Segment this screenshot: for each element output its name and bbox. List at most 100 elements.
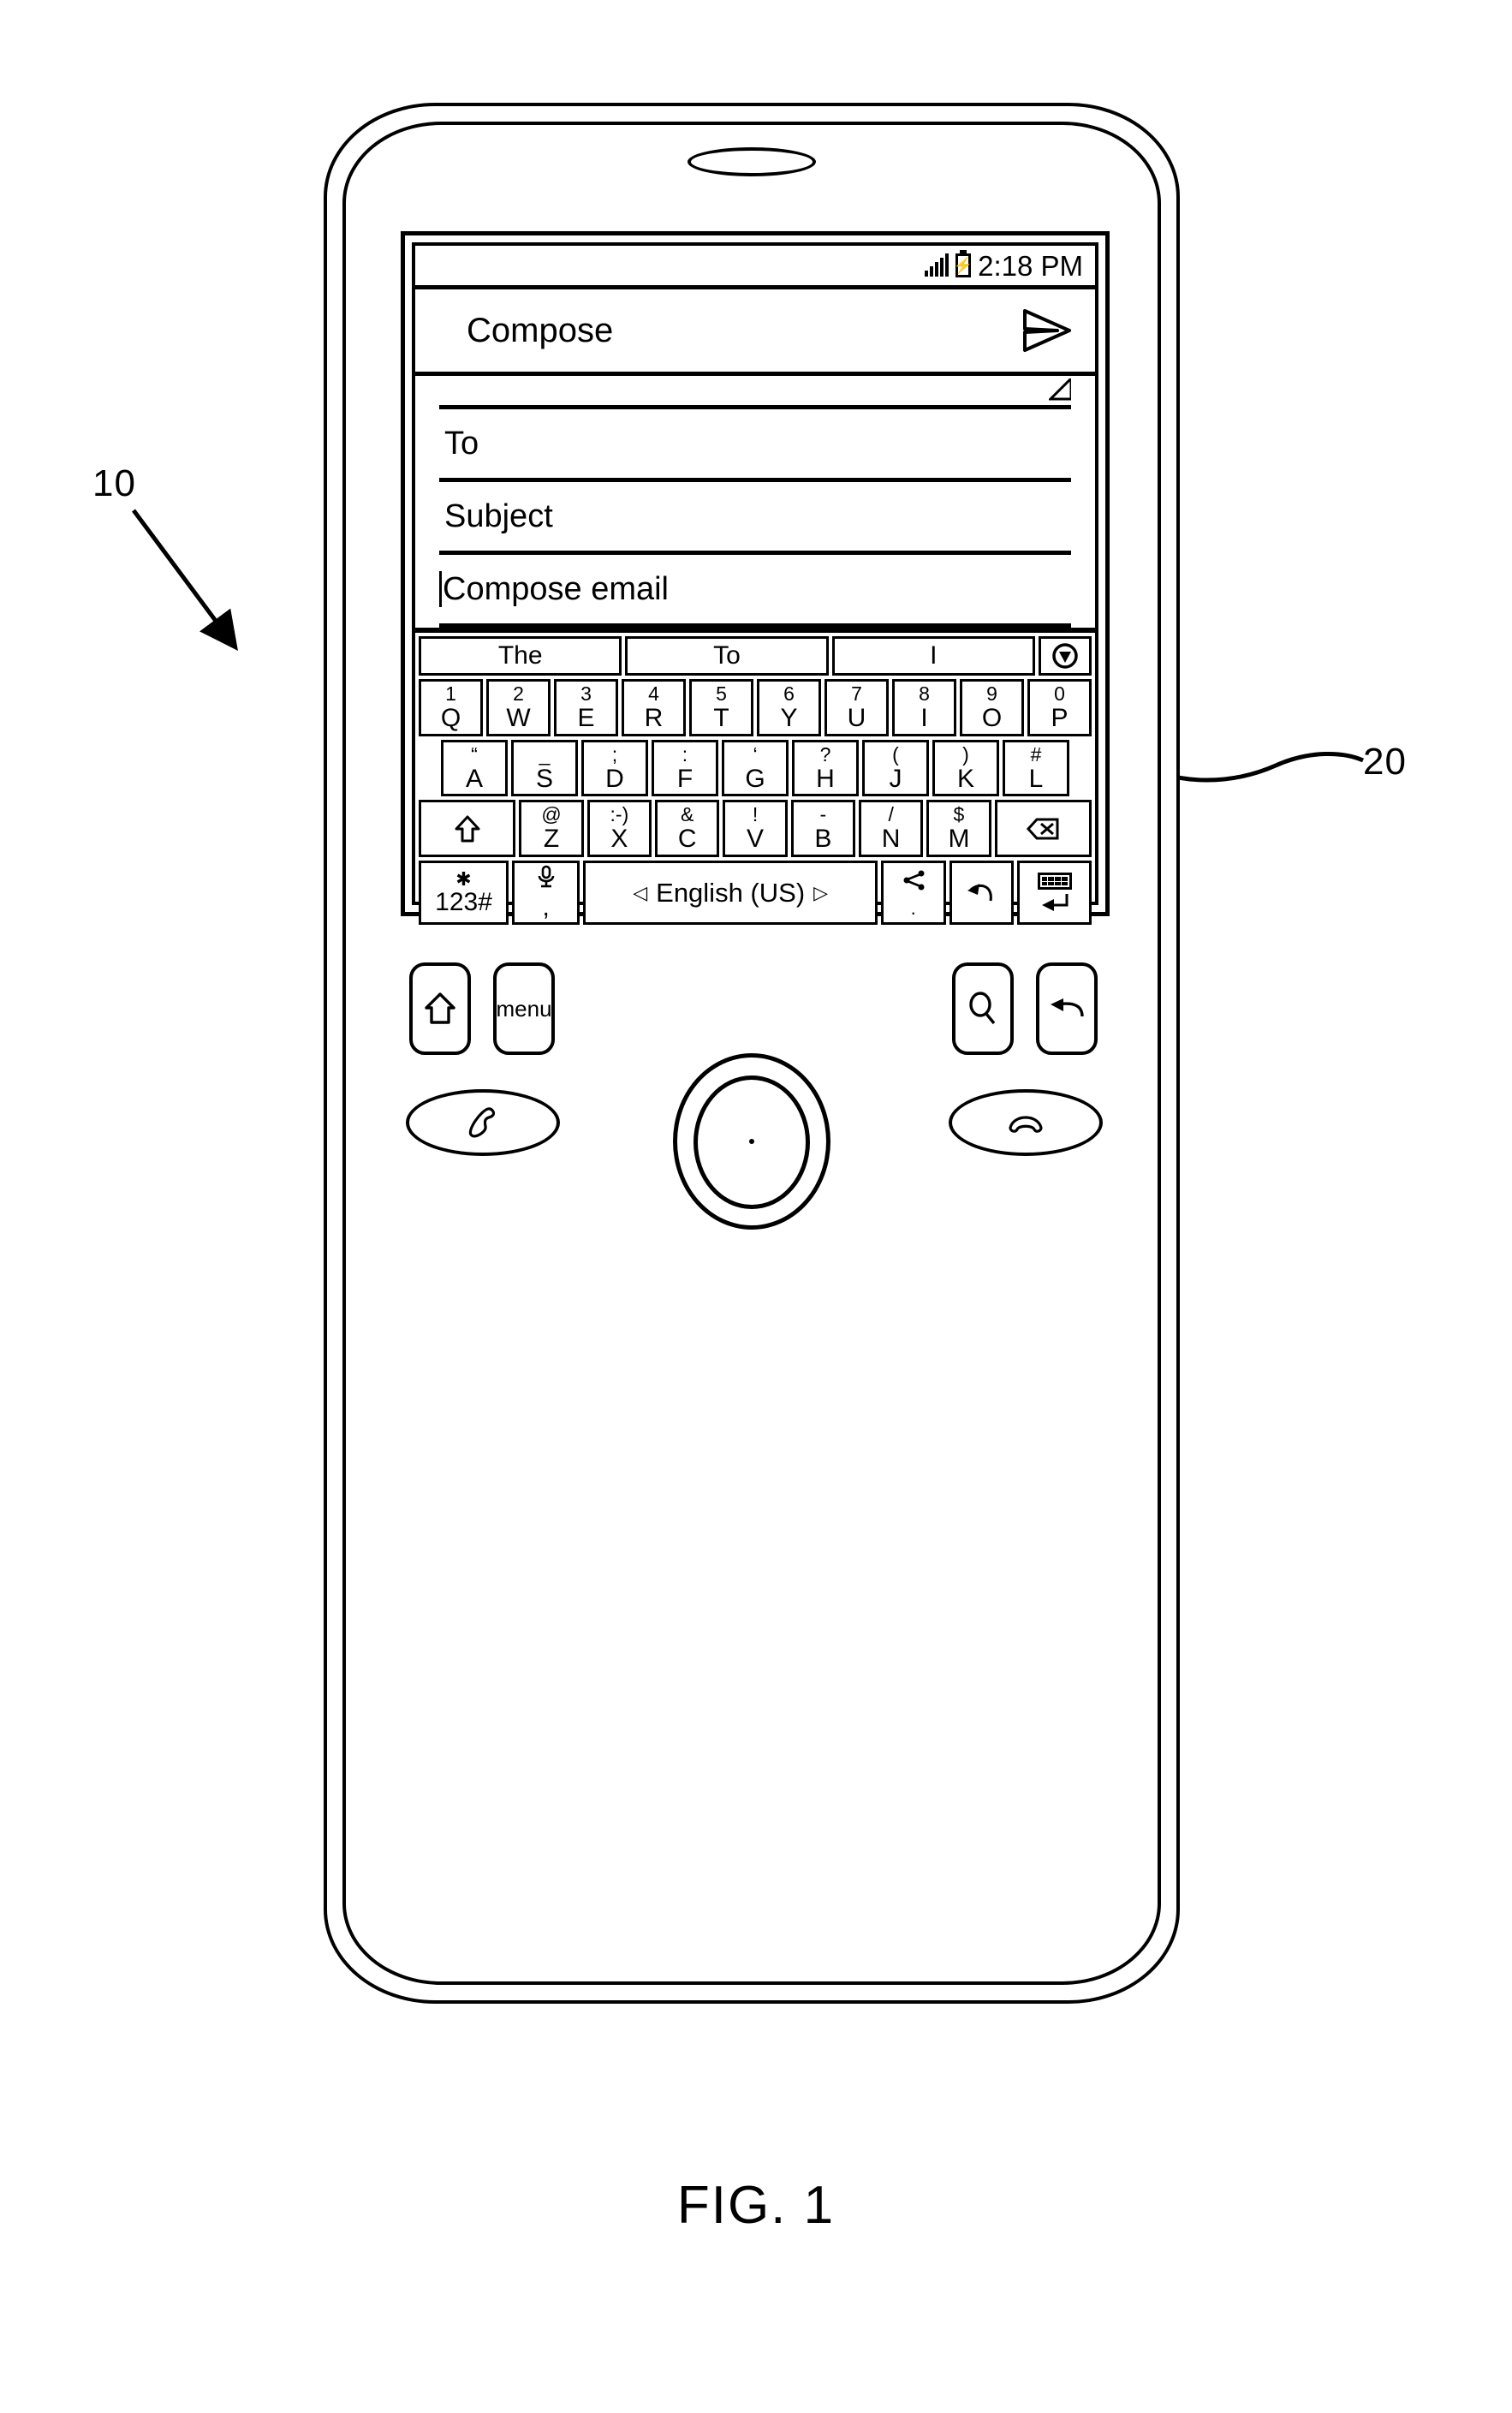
undo-key[interactable] xyxy=(949,860,1015,926)
key-z[interactable]: @ Z xyxy=(519,800,584,857)
key-q[interactable]: 1 Q xyxy=(419,679,483,736)
suggestion-item-1[interactable]: The xyxy=(419,636,622,676)
reference-numeral-10: 10 xyxy=(92,462,136,504)
key-primary-label: K xyxy=(956,764,974,793)
symbol-key[interactable]: ✱ 123# xyxy=(419,860,509,926)
corner-fold-icon xyxy=(1049,378,1071,401)
suggestion-bar: The To I xyxy=(419,636,1092,676)
key-primary-label: E xyxy=(577,704,595,733)
key-secondary-label: ) xyxy=(962,742,969,766)
suggestion-label: I xyxy=(930,641,938,670)
key-d[interactable]: ; D xyxy=(581,739,648,797)
suggestion-label: The xyxy=(497,641,543,670)
key-r[interactable]: 4 R xyxy=(622,679,686,736)
key-j[interactable]: ( J xyxy=(862,739,929,797)
trackball-center-dot xyxy=(749,1139,754,1144)
space-key[interactable]: ◁ English (US) ▷ xyxy=(583,860,878,926)
key-x[interactable]: :-) X xyxy=(586,800,652,857)
space-key-label: English (US) xyxy=(656,878,806,909)
enter-key[interactable] xyxy=(1017,860,1092,926)
key-secondary-label: 6 xyxy=(783,682,795,705)
next-language-arrow-icon[interactable]: ▷ xyxy=(813,883,828,903)
period-key[interactable]: . xyxy=(880,860,946,926)
key-u[interactable]: 7 U xyxy=(824,679,889,736)
magnifier-icon xyxy=(969,992,996,1025)
subject-field-label: Subject xyxy=(444,497,553,534)
menu-button[interactable]: menu xyxy=(493,962,555,1055)
enter-arrow-icon xyxy=(1041,894,1069,912)
on-screen-keyboard: The To I 1 Q 2 W 3 E 4 R 5 T 6 Y 7 U 8 I… xyxy=(415,628,1095,929)
signal-bars-icon xyxy=(925,253,949,277)
back-arrow-icon xyxy=(1051,998,1084,1017)
key-secondary-label: - xyxy=(819,803,827,826)
key-secondary-label: 1 xyxy=(445,682,456,705)
phone-body: ⚡ 2:18 PM Compose To Subject Compose ema… xyxy=(324,103,1180,2004)
shift-key[interactable] xyxy=(419,800,516,857)
key-f[interactable]: : F xyxy=(652,739,718,797)
figure-caption: FIG. 1 xyxy=(676,2176,836,2235)
prev-language-arrow-icon[interactable]: ◁ xyxy=(633,883,647,903)
backspace-key[interactable] xyxy=(994,800,1092,857)
chevron-down-circle-icon xyxy=(1052,643,1078,669)
screen: ⚡ 2:18 PM Compose To Subject Compose ema… xyxy=(412,242,1098,926)
key-primary-label: H xyxy=(816,764,835,793)
key-l[interactable]: # L xyxy=(1003,739,1069,797)
key-secondary-label: 0 xyxy=(1054,682,1065,705)
subject-field[interactable]: Subject xyxy=(439,482,1071,555)
menu-button-label: menu xyxy=(496,995,552,1022)
mic-comma-key[interactable]: , xyxy=(512,860,580,926)
to-field[interactable]: To xyxy=(439,409,1071,482)
suggestion-item-3[interactable]: I xyxy=(831,636,1035,676)
key-primary-label: A xyxy=(465,764,483,793)
key-w[interactable]: 2 W xyxy=(486,679,551,736)
key-k[interactable]: ) K xyxy=(932,739,999,797)
key-p[interactable]: 0 P xyxy=(1027,679,1092,736)
key-secondary-label: ! xyxy=(752,803,759,826)
key-primary-label: P xyxy=(1051,704,1069,733)
symbol-key-label: 123# xyxy=(435,887,492,916)
key-primary-label: X xyxy=(610,825,628,854)
key-secondary-label: ( xyxy=(892,742,899,766)
key-h[interactable]: ? H xyxy=(792,739,859,797)
shift-arrow-icon xyxy=(455,815,480,843)
home-button[interactable] xyxy=(409,962,471,1055)
key-c[interactable]: & C xyxy=(655,800,720,857)
key-t[interactable]: 5 T xyxy=(689,679,753,736)
key-secondary-label: 9 xyxy=(986,682,997,705)
send-paper-plane-icon[interactable] xyxy=(1020,307,1073,354)
search-button[interactable] xyxy=(952,962,1014,1055)
key-o[interactable]: 9 O xyxy=(960,679,1024,736)
key-n[interactable]: / N xyxy=(858,800,924,857)
compose-email-field[interactable]: Compose email xyxy=(439,555,1071,628)
suggestion-item-2[interactable]: To xyxy=(625,636,829,676)
key-primary-label: L xyxy=(1028,764,1044,793)
call-button[interactable] xyxy=(406,1089,560,1156)
key-primary-label: U xyxy=(847,704,866,733)
keyboard-icon[interactable] xyxy=(1037,873,1072,891)
key-g[interactable]: ‘ G xyxy=(722,739,789,797)
key-i[interactable]: 8 I xyxy=(892,679,956,736)
back-button[interactable] xyxy=(1036,962,1098,1055)
key-primary-label: R xyxy=(644,704,664,733)
key-primary-label: Y xyxy=(780,704,798,733)
keyboard-row-2: “ A _ S ; D : F ‘ G ? H (J) K # L xyxy=(419,739,1092,797)
key-v[interactable]: ! V xyxy=(723,800,788,857)
key-m[interactable]: $ M xyxy=(926,800,991,857)
home-icon xyxy=(425,992,455,1024)
key-secondary-label: ‘ xyxy=(753,742,758,766)
key-primary-label: G xyxy=(745,764,765,793)
key-primary-label: B xyxy=(814,825,832,854)
end-call-button[interactable] xyxy=(949,1089,1103,1156)
key-secondary-label: : xyxy=(682,742,688,766)
key-b[interactable]: - B xyxy=(790,800,855,857)
screen-bezel: ⚡ 2:18 PM Compose To Subject Compose ema… xyxy=(401,231,1110,926)
key-a[interactable]: “ A xyxy=(441,739,508,797)
key-s[interactable]: _ S xyxy=(511,739,578,797)
key-y[interactable]: 6 Y xyxy=(757,679,821,736)
key-e[interactable]: 3 E xyxy=(554,679,618,736)
text-cursor xyxy=(439,571,442,607)
attachment-row[interactable] xyxy=(439,376,1071,409)
suggestion-expand-button[interactable] xyxy=(1038,636,1092,676)
key-secondary-label: / xyxy=(888,803,894,826)
key-secondary-label: :-) xyxy=(610,803,629,826)
